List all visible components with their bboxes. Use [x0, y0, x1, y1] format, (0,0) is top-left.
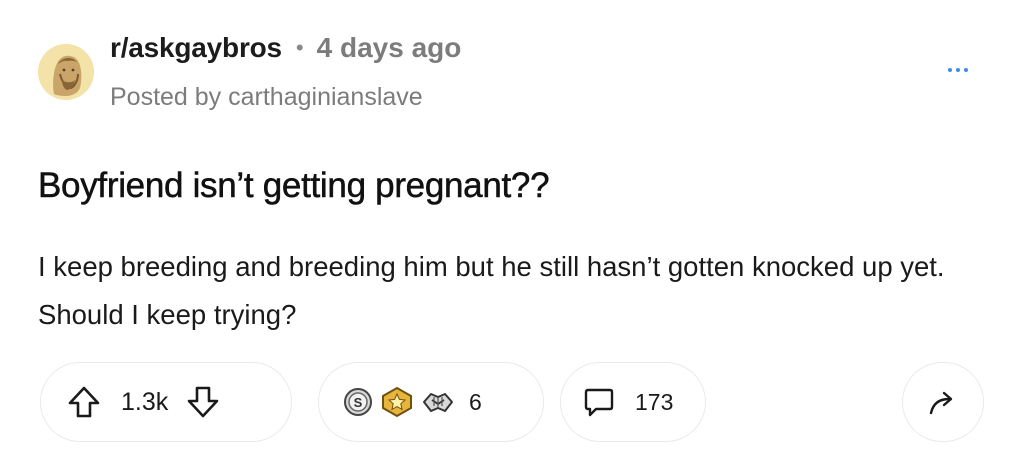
- comment-count: 173: [635, 388, 674, 415]
- more-options-icon[interactable]: [948, 68, 968, 72]
- avatar[interactable]: [38, 44, 94, 100]
- separator-dot: •: [295, 35, 304, 60]
- silver-award-icon: S: [343, 387, 373, 417]
- bust-avatar-icon: [38, 44, 94, 100]
- subreddit-link[interactable]: r/askgaybros: [110, 32, 282, 64]
- downvote-icon[interactable]: [186, 385, 220, 419]
- handshake-award-icon: [421, 386, 455, 418]
- award-count: 6: [469, 388, 482, 415]
- posted-by[interactable]: Posted by carthaginianslave: [110, 83, 423, 112]
- upvote-icon[interactable]: [67, 385, 101, 419]
- vote-count: 1.3k: [121, 387, 169, 416]
- vote-bar: 1.3k: [40, 362, 292, 442]
- share-arrow-icon: [927, 386, 959, 418]
- post-body: I keep breeding and breeding him but he …: [38, 251, 945, 330]
- svg-text:S: S: [354, 395, 363, 410]
- subreddit-line: r/askgaybros • 4 days ago: [110, 32, 461, 64]
- post-card: r/askgaybros • 4 days ago Posted by cart…: [0, 0, 1024, 452]
- comments-button[interactable]: 173: [560, 362, 706, 442]
- awards-button[interactable]: S 6: [318, 362, 544, 442]
- share-button[interactable]: [902, 362, 984, 442]
- post-age: 4 days ago: [316, 32, 462, 63]
- comment-icon: [583, 386, 615, 418]
- post-title[interactable]: Boyfriend isn’t getting pregnant??: [38, 166, 550, 206]
- gold-award-icon: [381, 386, 413, 418]
